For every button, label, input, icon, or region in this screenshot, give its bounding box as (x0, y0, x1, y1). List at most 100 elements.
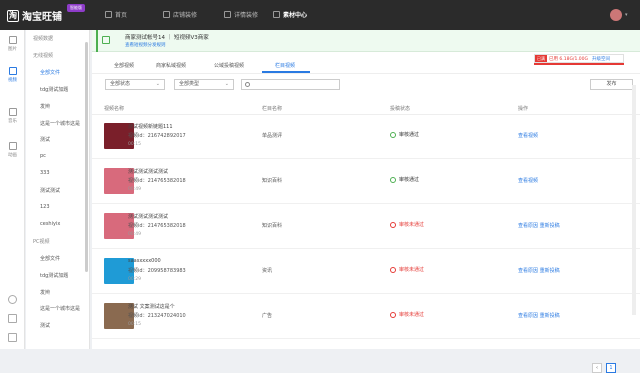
tree-folder-item[interactable]: 333 (40, 170, 50, 176)
error-icon (390, 221, 396, 228)
storage-indicator: 已满 已用 6.18G/1.00G 升级空间 (534, 54, 624, 63)
main-panel: 商家测试帐号14 ｜ 短视频V3商家 查看短视频分发规则 已满 已用 6.18G… (92, 30, 640, 373)
nav-material-center[interactable]: 素材中心 (273, 10, 307, 19)
top-bar: 淘淘宝旺铺 智能版 首页 店铺装修 详情装修 素材中心 ▾ (0, 0, 640, 30)
tree-folder-item[interactable]: 测试测试 (40, 187, 60, 194)
tree-group-label[interactable]: 无线视频 (33, 52, 53, 59)
header-actions: 操作 (518, 106, 529, 112)
chevron-down-icon[interactable]: ▾ (625, 12, 628, 18)
bulb-icon[interactable] (8, 314, 17, 323)
tab-column-videos[interactable]: 栏目视频 (275, 62, 295, 69)
tree-folder-item[interactable]: 发辫 (40, 103, 50, 110)
edit-icon[interactable] (8, 333, 17, 342)
video-column: 知识百科 (262, 223, 283, 229)
table-row: 测试视频新链题111 视频id：216742892017 00:15 单品测评 审核通过… (92, 115, 640, 159)
table-row: 测试测试测试测试视频id：214765382018 00:49 知识百科 审核未通过 查… (92, 205, 640, 249)
tab-public-videos[interactable]: 公域投稿视频 (214, 62, 244, 69)
rail-item-image[interactable]: 图片 (0, 36, 25, 52)
tree-folder-item[interactable]: 发辫 (40, 289, 50, 296)
nav-shop-decor[interactable]: 店铺装修 (163, 10, 197, 19)
video-duration: 00:29 (128, 277, 141, 282)
video-status: 审核通过 (390, 176, 419, 183)
header-column-name: 栏目名称 (262, 106, 283, 112)
video-status: 审核未通过 (390, 221, 424, 228)
video-title: saasxxxx000 (128, 258, 161, 264)
video-icon (8, 67, 17, 75)
video-duration: 00:15 (128, 142, 141, 147)
edition-badge: 智能版 (67, 4, 85, 12)
tab-all-videos[interactable]: 全部视频 (114, 62, 134, 69)
storage-progress-bar (534, 63, 624, 65)
nav-detail-decor[interactable]: 详情装修 (224, 10, 258, 19)
home-icon (105, 11, 112, 18)
user-avatar[interactable] (610, 9, 622, 21)
help-icon[interactable] (8, 295, 17, 304)
nav-home[interactable]: 首页 (105, 10, 127, 19)
header-submit-status: 投稿状态 (390, 106, 411, 112)
image-icon (8, 36, 17, 44)
rail-item-video[interactable]: 视频 (0, 67, 25, 83)
status-filter-select[interactable]: 全部状态 ⌄ (105, 79, 165, 90)
tree-folder-item[interactable]: 这是一个城市这是 (40, 305, 80, 312)
tree-folder-item[interactable]: 全部文件 (40, 255, 60, 262)
video-actions[interactable]: 查看视频 (518, 132, 538, 139)
tree-folder-item[interactable]: tdg测试加题 (40, 86, 68, 93)
tree-group-label[interactable]: 视频数据 (33, 35, 53, 42)
tree-folder-item[interactable]: pc (40, 153, 46, 159)
account-bar: 商家测试帐号14 ｜ 短视频V3商家 查看短视频分发规则 (92, 30, 640, 52)
video-id: 视频id：214765382018 (128, 178, 186, 184)
tree-folder-item[interactable]: 测试 (40, 136, 50, 143)
video-actions[interactable]: 查看原因 重新投稿 (518, 312, 560, 319)
error-icon (390, 266, 396, 273)
tree-folder-item[interactable]: 123 (40, 204, 50, 210)
video-title: 测试视频新链题111 (128, 124, 173, 130)
video-title: 测试 文案测试这是个 (128, 304, 175, 310)
tabs-divider (92, 73, 640, 74)
table-scrollbar[interactable] (632, 85, 636, 315)
video-duration: 00:15 (128, 322, 141, 327)
video-id: 视频id：214765382018 (128, 223, 186, 229)
video-column: 资讯 (262, 268, 273, 274)
video-duration: 00:49 (128, 232, 141, 237)
material-icon (273, 11, 280, 18)
taobao-logo[interactable]: 淘淘宝旺铺 (7, 8, 62, 23)
tree-folder-item[interactable]: 这是一个城市这是 (40, 120, 80, 127)
video-actions[interactable]: 查看视频 (518, 177, 538, 184)
video-title: 测试测试测试测试 (128, 214, 169, 220)
type-filter-select[interactable]: 全部类型 ⌄ (174, 79, 234, 90)
animation-icon (8, 142, 17, 150)
tab-private-videos[interactable]: 商家私域视频 (156, 62, 186, 69)
account-name: 商家测试帐号14 ｜ 短视频V3商家 (125, 35, 209, 41)
accent-line (96, 30, 98, 52)
video-id: 视频id：209958783983 (128, 268, 186, 274)
table-row: 测试 文案测试这是个 视频id：213247024010 00:15 广告 审核未通过 查… (92, 295, 640, 339)
music-icon (8, 108, 17, 116)
tree-folder-item[interactable]: 全部文件 (40, 69, 60, 76)
rail-item-animation[interactable]: 动画 (0, 142, 25, 158)
store-icon (102, 36, 110, 44)
pager-page-1[interactable]: 1 (606, 363, 616, 373)
storage-full-badge: 已满 (535, 55, 547, 62)
publish-button[interactable]: 发布 (590, 79, 633, 90)
search-icon (245, 82, 250, 87)
tree-group-label[interactable]: PC视频 (33, 238, 50, 245)
video-actions[interactable]: 查看原因 重新投稿 (518, 267, 560, 274)
rail-item-music[interactable]: 音乐 (0, 108, 25, 124)
detail-icon (224, 11, 231, 18)
video-column: 单品测评 (262, 133, 283, 139)
storage-usage: 已用 6.18G/1.00G (549, 57, 588, 62)
video-actions[interactable]: 查看原因 重新投稿 (518, 222, 560, 229)
tree-scrollbar[interactable] (85, 42, 88, 272)
video-status: 审核未通过 (390, 266, 424, 273)
distribution-rules-link[interactable]: 查看短视频分发规则 (125, 42, 166, 48)
search-input[interactable] (241, 79, 340, 90)
pager-prev-button[interactable]: ‹ (592, 363, 602, 373)
upgrade-storage-link[interactable]: 升级空间 (592, 56, 610, 62)
icon-rail: 图片 视频 音乐 动画 (0, 30, 25, 349)
tree-folder-item[interactable]: 测试 (40, 322, 50, 329)
tree-folder-item[interactable]: ceshiyix (40, 221, 60, 227)
error-icon (390, 311, 396, 318)
video-duration: 00:49 (128, 187, 141, 192)
tree-folder-item[interactable]: tdg测试加题 (40, 272, 68, 279)
video-id: 视频id：213247024010 (128, 313, 186, 319)
